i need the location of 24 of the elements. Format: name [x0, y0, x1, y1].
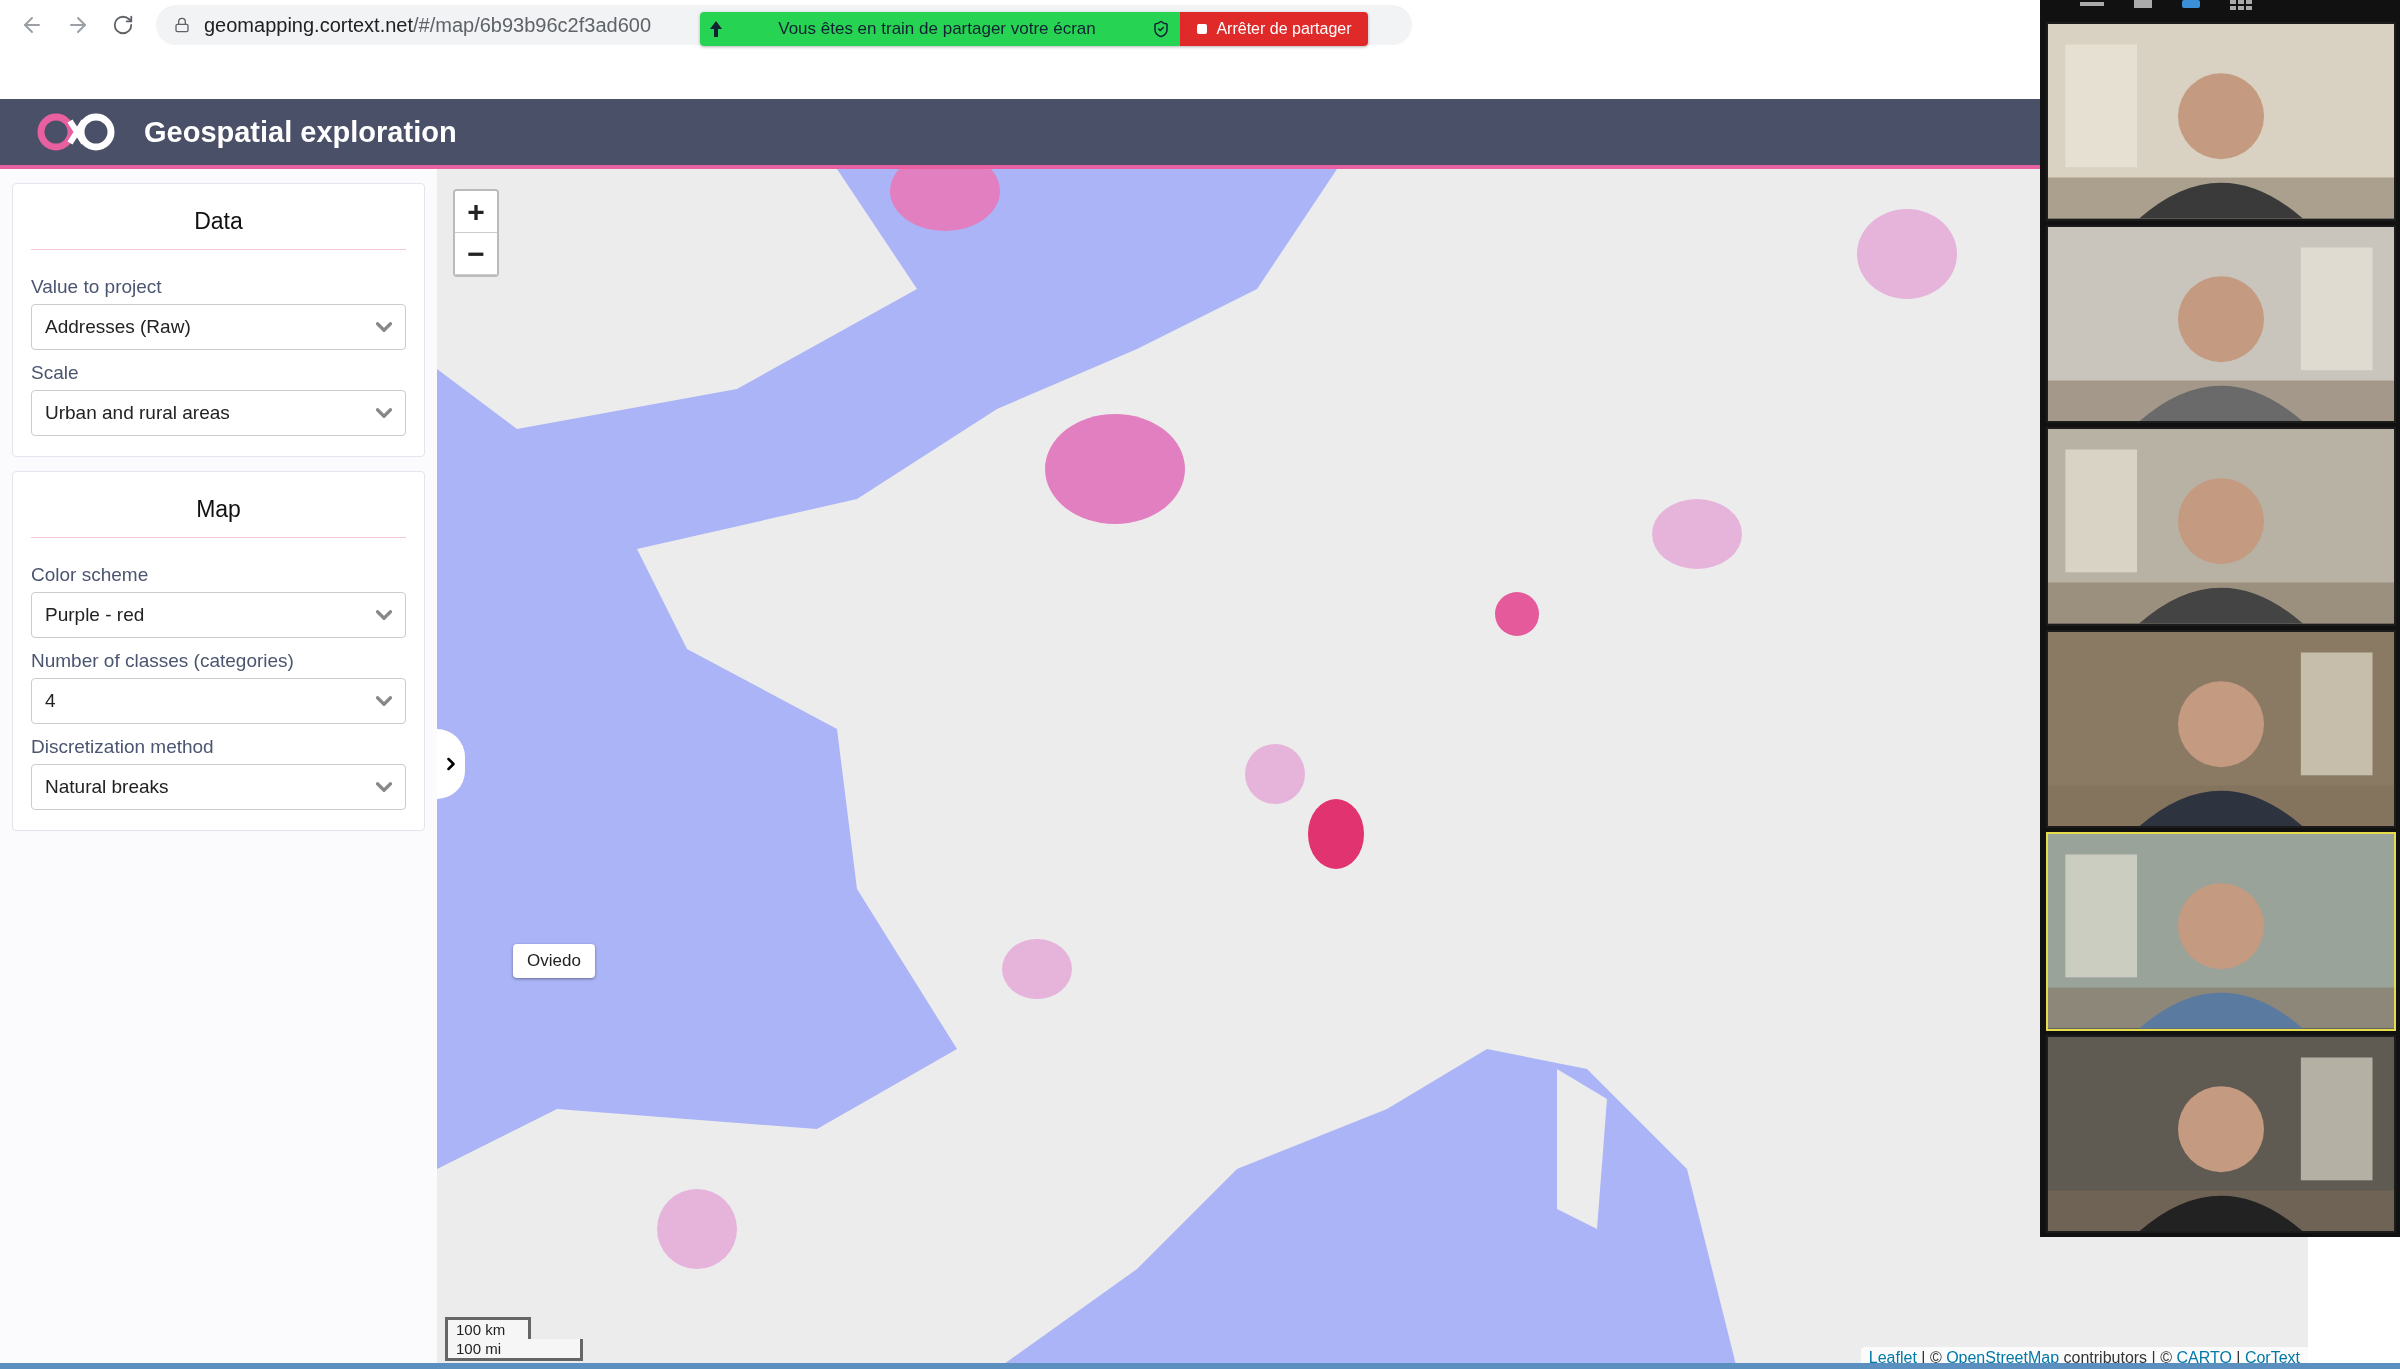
address-text: geomapping.cortext.net/#/map/6b93b96c2f3ad600: [204, 13, 651, 37]
view-mode-icon[interactable]: [2080, 0, 2104, 8]
share-message: Vous êtes en train de partager votre écran: [778, 19, 1096, 39]
field-label: Scale: [31, 362, 80, 384]
stop-icon: [1196, 23, 1209, 35]
pointer-icon: [710, 21, 722, 37]
stop-sharing-button[interactable]: Arrêter de partager: [1180, 12, 1368, 46]
lock-icon: [174, 17, 190, 33]
field-label: Number of classes (categories): [31, 650, 295, 672]
select-field[interactable]: Urban and rural areas: [31, 390, 406, 436]
select-field[interactable]: 4: [31, 678, 406, 724]
field-label: Color scheme: [31, 564, 150, 586]
select-field[interactable]: Addresses (Raw): [31, 304, 406, 350]
field-label: Value to project: [31, 276, 163, 298]
reload-icon[interactable]: [112, 14, 134, 36]
select-field[interactable]: Purple - red: [31, 592, 406, 638]
field-label: Discretization method: [31, 736, 215, 758]
select-field[interactable]: Natural breaks: [31, 764, 406, 810]
app-title: Geospatial exploration: [144, 115, 457, 149]
shield-icon: [1152, 20, 1170, 38]
view-mode-icon[interactable]: [2182, 0, 2200, 8]
view-mode-icon[interactable]: [2230, 0, 2252, 10]
panel-title: Data: [31, 198, 406, 250]
panel-title: Map: [31, 486, 406, 538]
